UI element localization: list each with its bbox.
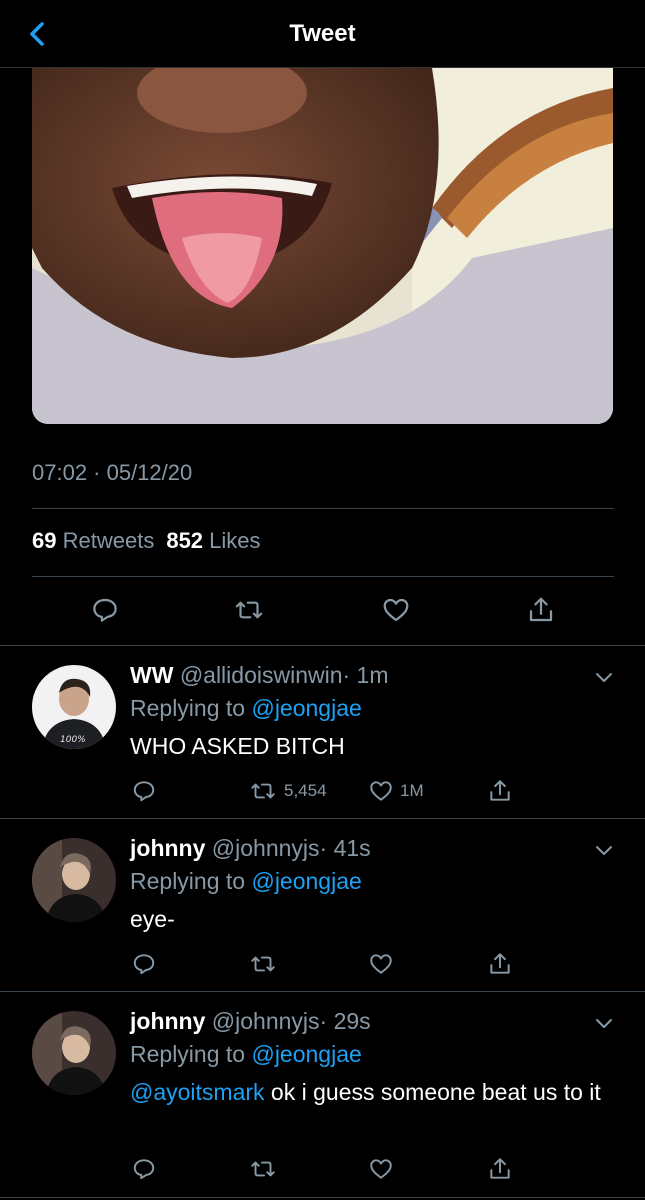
retweet-button[interactable] — [229, 590, 269, 630]
reply-header: WW @allidoiswinwin· 1m — [130, 662, 389, 689]
replying-prefix: Replying to — [130, 868, 246, 894]
replying-to-mention[interactable]: @jeongjae — [251, 1041, 361, 1067]
divider — [32, 576, 614, 577]
reply-body: WHO ASKED BITCH — [130, 733, 345, 759]
replying-prefix: Replying to — [130, 695, 246, 721]
divider — [32, 508, 614, 509]
reply-action-bar — [0, 947, 645, 981]
user-handle: @johnnyjs — [211, 835, 320, 861]
like-icon — [383, 598, 409, 622]
reply-action-bar: 5,454 1M — [0, 774, 645, 808]
reply-header: johnny @johnnyjs· 29s — [130, 1008, 371, 1035]
reply-icon — [93, 598, 117, 622]
replying-to-mention[interactable]: @jeongjae — [251, 695, 361, 721]
reply-button[interactable] — [131, 1152, 157, 1186]
reply-text: eye- — [130, 903, 610, 936]
divider — [0, 1197, 645, 1198]
share-button[interactable] — [487, 947, 513, 981]
chevron-down-icon[interactable] — [594, 844, 614, 858]
replying-to-mention[interactable]: @jeongjae — [251, 868, 361, 894]
likes-count: 852 — [166, 528, 204, 553]
retweet-icon — [251, 783, 275, 799]
like-button[interactable] — [368, 947, 394, 981]
like-button[interactable] — [368, 1152, 394, 1186]
user-handle: @allidoiswinwin — [179, 662, 343, 688]
display-name[interactable]: WW — [130, 662, 173, 688]
like-count: 1M — [400, 781, 424, 800]
svg-text:100%: 100% — [60, 735, 86, 745]
like-icon — [370, 954, 392, 974]
retweet-button[interactable] — [248, 1152, 278, 1186]
reply-icon — [133, 781, 155, 802]
share-icon — [490, 1158, 510, 1179]
page-title: Tweet — [289, 20, 356, 47]
reply-header: johnny @johnnyjs· 41s — [130, 835, 371, 862]
reply-body: eye- — [130, 906, 175, 932]
chevron-down-icon[interactable] — [594, 671, 614, 685]
reply-button[interactable] — [131, 947, 157, 981]
reply-tweet[interactable]: johnny @johnnyjs· 41s Replying to @jeong… — [0, 819, 645, 991]
reply-body: ok i guess someone beat us to it — [264, 1079, 601, 1105]
reply-button[interactable] — [85, 590, 125, 630]
retweet-icon — [235, 601, 263, 619]
retweet-count: 5,454 — [284, 781, 327, 800]
avatar[interactable] — [32, 1011, 116, 1095]
like-button[interactable] — [376, 590, 416, 630]
replying-to: Replying to @jeongjae — [130, 695, 362, 722]
like-icon — [370, 781, 392, 801]
avatar[interactable] — [32, 838, 116, 922]
share-icon — [490, 953, 510, 974]
retweet-button[interactable] — [248, 947, 278, 981]
reply-icon — [133, 954, 155, 975]
tweet-media-image[interactable] — [32, 68, 613, 424]
avatar[interactable]: 100% — [32, 665, 116, 749]
replying-prefix: Replying to — [130, 1041, 246, 1067]
retweets-stat[interactable]: 69 Retweets — [32, 528, 154, 553]
reply-action-bar — [0, 1152, 645, 1186]
share-button[interactable] — [487, 774, 513, 808]
reply-icon — [133, 1159, 155, 1180]
retweet-button[interactable]: 5,454 — [248, 774, 327, 808]
retweet-icon — [251, 1161, 275, 1177]
replying-to: Replying to @jeongjae — [130, 868, 362, 895]
retweets-label: Retweets — [62, 528, 155, 553]
replying-to: Replying to @jeongjae — [130, 1041, 362, 1068]
reply-time: · 41s — [319, 835, 371, 861]
reply-button[interactable] — [131, 774, 157, 808]
reply-tweet[interactable]: johnny @johnnyjs· 29s Replying to @jeong… — [0, 992, 645, 1200]
reply-text: @ayoitsmark ok i guess someone beat us t… — [130, 1076, 610, 1109]
share-button[interactable] — [487, 1152, 513, 1186]
reply-time: · 1m — [342, 662, 389, 688]
like-icon — [370, 1159, 392, 1179]
like-button[interactable]: 1M — [368, 774, 424, 808]
text-mention[interactable]: @ayoitsmark — [130, 1079, 265, 1105]
top-nav-bar: Tweet — [0, 0, 645, 68]
share-icon — [490, 780, 510, 801]
reply-text: WHO ASKED BITCH — [130, 730, 610, 763]
retweet-icon — [251, 956, 275, 972]
retweets-count: 69 — [32, 528, 57, 553]
display-name[interactable]: johnny — [130, 835, 205, 861]
tweet-timestamp: 07:02 · 05/12/20 — [32, 460, 193, 485]
share-button[interactable] — [521, 590, 561, 630]
display-name[interactable]: johnny — [130, 1008, 205, 1034]
tweet-action-bar — [0, 590, 645, 634]
reply-tweet[interactable]: 100% WW @allidoiswinwin· 1m Replying to … — [0, 646, 645, 818]
user-handle: @johnnyjs — [211, 1008, 320, 1034]
likes-label: Likes — [209, 528, 261, 553]
reply-time: · 29s — [319, 1008, 371, 1034]
likes-stat[interactable]: 852 Likes — [166, 528, 260, 553]
share-icon — [529, 597, 553, 622]
chevron-down-icon[interactable] — [594, 1017, 614, 1031]
tweet-stats: 69 Retweets 852 Likes — [32, 528, 261, 554]
